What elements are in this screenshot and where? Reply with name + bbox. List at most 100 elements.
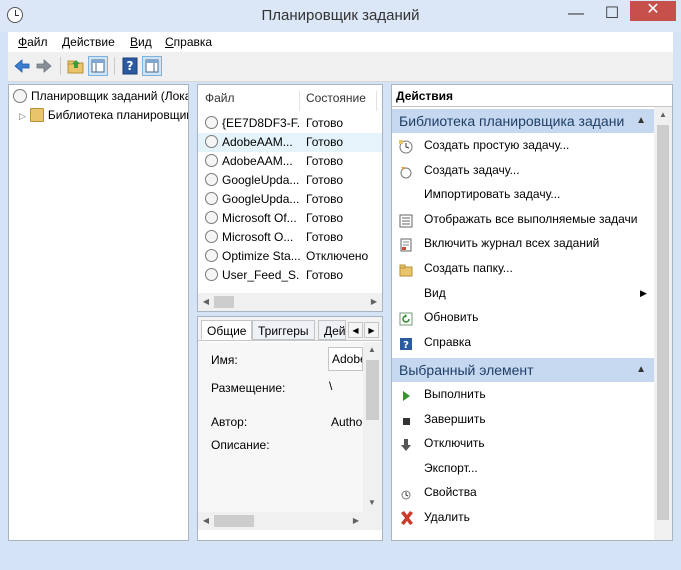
tab-triggers[interactable]: Триггеры: [252, 320, 315, 340]
action-label: Свойства: [424, 485, 477, 500]
action-item[interactable]: Вид ▶: [392, 281, 654, 305]
task-clock-icon: [205, 154, 218, 168]
scroll-up-arrow[interactable]: ▲: [657, 110, 669, 119]
action-item[interactable]: Свойства: [392, 480, 654, 504]
scroll-thumb[interactable]: [657, 125, 669, 520]
table-row[interactable]: User_Feed_S... Готово: [198, 266, 382, 285]
action-item[interactable]: Отключить: [392, 431, 654, 455]
task-status: Готово: [306, 154, 344, 168]
action-item[interactable]: Обновить: [392, 305, 654, 329]
action-label: Создать задачу...: [424, 162, 520, 177]
forward-arrow-icon[interactable]: [34, 56, 54, 76]
section-selected-title: Выбранный элемент: [399, 362, 534, 378]
scroll-up-arrow[interactable]: ▲: [366, 345, 378, 354]
table-row[interactable]: {EE7D8DF3-F... Готово: [198, 114, 382, 133]
expand-icon[interactable]: ▷: [19, 111, 26, 121]
task-status: Готово: [306, 230, 344, 244]
clock-icon: [13, 88, 27, 103]
maximize-button[interactable]: ☐: [592, 1, 632, 29]
value-name[interactable]: Adobe: [328, 347, 363, 371]
horizontal-scrollbar[interactable]: ◀ ▶: [198, 293, 382, 311]
collapse-arrow-icon[interactable]: ▲: [636, 358, 646, 382]
task-clock-icon: [205, 135, 218, 149]
collapse-arrow-icon[interactable]: ▲: [636, 109, 646, 133]
minimize-button[interactable]: —: [556, 1, 596, 29]
task-clock-icon: [205, 192, 218, 206]
action-item[interactable]: Выполнить: [392, 382, 654, 406]
actions-header: Действия: [396, 89, 454, 103]
task-name: {EE7D8DF3-F...: [222, 116, 300, 130]
scroll-left-arrow[interactable]: ◀: [200, 297, 212, 306]
horizontal-scrollbar[interactable]: ◀ ▶: [198, 512, 382, 530]
tree-item-library[interactable]: ▷ Библиотека планировщика заданий: [19, 106, 188, 125]
column-header-status[interactable]: Состояние: [306, 85, 366, 107]
scroll-thumb[interactable]: [366, 360, 379, 420]
toolbar-separator: [60, 57, 61, 75]
task-status: Готово: [306, 268, 344, 282]
help-icon[interactable]: ?: [120, 56, 140, 76]
help-icon: ?: [399, 335, 413, 351]
action-item[interactable]: Включить журнал всех заданий: [392, 231, 654, 255]
close-button[interactable]: ✕: [630, 1, 676, 21]
scroll-right-arrow[interactable]: ▶: [350, 516, 362, 525]
table-row[interactable]: Microsoft O... Готово: [198, 228, 382, 247]
action-label: Включить журнал всех заданий: [424, 236, 600, 251]
tab-actions[interactable]: Дей: [318, 320, 346, 340]
scroll-thumb[interactable]: [214, 515, 254, 527]
tab-general[interactable]: Общие: [201, 320, 253, 340]
action-item[interactable]: Создать простую задачу...: [392, 133, 654, 157]
menu-view[interactable]: Вид: [130, 34, 152, 50]
action-item[interactable]: Завершить: [392, 407, 654, 431]
table-row[interactable]: Optimize Sta... Отключено: [198, 247, 382, 266]
value-author: Autho: [331, 415, 363, 429]
action-item[interactable]: Экспорт...: [392, 456, 654, 480]
section-library-title: Библиотека планировщика заданий: [399, 113, 624, 129]
table-row[interactable]: GoogleUpda... Готово: [198, 190, 382, 209]
table-row[interactable]: Microsoft Of... Готово: [198, 209, 382, 228]
section-selected-header[interactable]: Выбранный элемент ▲: [392, 358, 654, 382]
folder-up-icon[interactable]: [66, 56, 86, 76]
table-row[interactable]: AdobeAAM... Готово: [198, 152, 382, 171]
action-label: Выполнить: [424, 387, 486, 401]
scroll-thumb[interactable]: [214, 296, 234, 308]
task-clock-icon: [205, 249, 218, 263]
section-library-header[interactable]: Библиотека планировщика заданий ▲: [392, 109, 654, 133]
action-item[interactable]: Импортировать задачу...: [392, 182, 654, 206]
column-header-file[interactable]: Файл: [205, 85, 235, 107]
actions-pane: Действия Библиотека планировщика заданий…: [391, 84, 673, 541]
vertical-scrollbar[interactable]: ▲: [654, 107, 672, 540]
tree-item-library-label: Библиотека планировщика заданий: [47, 108, 188, 122]
vertical-scrollbar[interactable]: ▲ ▼: [363, 342, 382, 512]
task-name: AdobeAAM...: [222, 135, 293, 149]
task-name: GoogleUpda...: [222, 192, 300, 206]
menu-action[interactable]: Действие: [62, 34, 115, 50]
tab-nav-right[interactable]: ▶: [364, 322, 379, 338]
scroll-left-arrow[interactable]: ◀: [200, 516, 212, 525]
tab-nav-left[interactable]: ◀: [348, 322, 363, 338]
action-item[interactable]: Отображать все выполняемые задачи: [392, 207, 654, 231]
action-label: Обновить: [424, 310, 479, 325]
table-row[interactable]: GoogleUpda... Готово: [198, 171, 382, 190]
action-item[interactable]: Удалить: [392, 505, 654, 529]
action-item[interactable]: Создать папку...: [392, 256, 654, 280]
task-clock-icon: [205, 211, 218, 225]
table-row[interactable]: AdobeAAM... Готово: [198, 133, 382, 152]
action-item[interactable]: Создать задачу...: [392, 158, 654, 182]
show-hide-action-pane-icon[interactable]: [142, 56, 162, 76]
run-icon: [399, 387, 413, 401]
tree-pane: Планировщик заданий (Локальный) ▷ Библиот…: [8, 84, 189, 541]
task-status: Готово: [306, 211, 344, 225]
scroll-right-arrow[interactable]: ▶: [368, 297, 380, 306]
tree-root[interactable]: Планировщик заданий (Локальный): [13, 87, 188, 106]
display-running-icon: [399, 212, 413, 228]
scroll-down-arrow[interactable]: ▼: [366, 498, 378, 507]
menu-help[interactable]: Справка: [165, 34, 212, 50]
show-hide-tree-icon[interactable]: [88, 56, 108, 76]
task-name: GoogleUpda...: [222, 173, 300, 187]
disable-icon: [399, 436, 413, 452]
action-item[interactable]: ? Справка: [392, 330, 654, 354]
back-arrow-icon[interactable]: [12, 56, 32, 76]
menu-file[interactable]: Файл: [18, 34, 48, 50]
create-basic-task-icon: [399, 138, 413, 154]
action-label: Завершить: [424, 411, 486, 426]
